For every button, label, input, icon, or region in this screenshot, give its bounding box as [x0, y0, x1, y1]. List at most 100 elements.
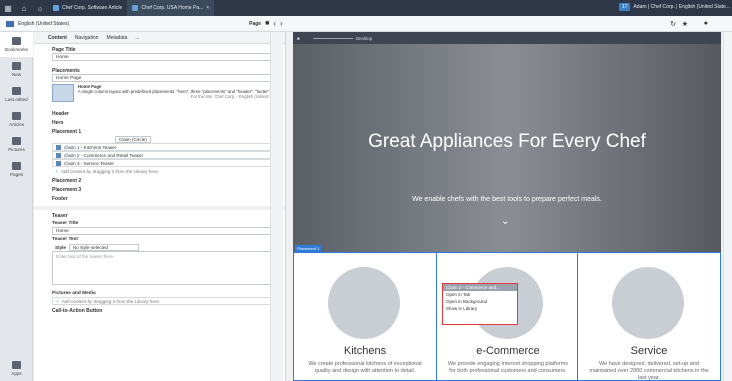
- top-bar: ▦ ⌂ ☼ Chef Corp. Software Article Chef C…: [0, 0, 732, 16]
- pictures-add-hint[interactable]: + Add content by dragging it from the Lib…: [52, 297, 283, 305]
- tab-content[interactable]: Content: [48, 35, 67, 41]
- collapse-icon[interactable]: ‹: [273, 19, 276, 28]
- sidebar-item-pictures[interactable]: Pictures: [0, 132, 33, 157]
- cta-section[interactable]: Call-to-Action Button: [34, 305, 285, 314]
- layout-thumbnail: [52, 84, 74, 102]
- teaser-title-label: Teaser Title: [52, 221, 79, 226]
- placement1-section[interactable]: Placement 1: [34, 126, 285, 135]
- context-menu: Claim 2 - Commerce and... Open in Tab Op…: [442, 283, 518, 325]
- new-icon: [12, 62, 21, 70]
- add-content-hint[interactable]: + Add content by dragging it from the Lib…: [52, 167, 283, 175]
- sun-icon[interactable]: ☼: [32, 0, 48, 16]
- comment-icon[interactable]: ■: [265, 20, 269, 27]
- teaser-title-field[interactable]: Home: [52, 227, 283, 235]
- layout-description: Home Page A single column layout with pr…: [52, 84, 283, 108]
- tab-navigation[interactable]: Navigation: [75, 35, 99, 41]
- teaser-header[interactable]: Teaser: [34, 210, 285, 219]
- preview-toggle-icon[interactable]: ■: [297, 36, 300, 41]
- pictures-icon: [12, 137, 21, 145]
- site-label[interactable]: English (United States): [18, 21, 69, 27]
- user-label: Adam | Chef Corp. | English (United Stat…: [633, 4, 730, 10]
- content-toolbar: English (United States) Page ■ ‹ › ↻ ★ ●: [0, 16, 732, 32]
- card-title: Kitchens: [343, 345, 387, 357]
- sidebar-item-pages[interactable]: Pages: [0, 157, 33, 182]
- right-scrollbar[interactable]: [723, 32, 732, 381]
- info-icon[interactable]: ●: [704, 20, 708, 27]
- sidebar-item-bookmarks[interactable]: Bookmarks: [0, 32, 33, 57]
- close-tab-icon[interactable]: ×: [206, 5, 209, 11]
- style-select[interactable]: No style selected: [68, 243, 139, 251]
- claim-select[interactable]: Claim (Circle): [115, 135, 151, 143]
- card-text: We have designed, delivered, set-up and …: [589, 361, 709, 381]
- placements-header[interactable]: Placements: [34, 65, 285, 74]
- form-tabs: Content Navigation Metadata ...: [34, 32, 285, 44]
- expand-icon[interactable]: ›: [280, 19, 283, 28]
- page-title-field[interactable]: Home: [52, 53, 283, 61]
- context-menu-title: Claim 2 - Commerce and...: [443, 284, 517, 291]
- card-text: We create professional kitchens of excep…: [308, 361, 422, 374]
- layout-desc-meta: For the site, Chef Corp. - English (Unit…: [190, 94, 283, 99]
- claim-row-2[interactable]: Claim 2 - Commerce and Retail Teaser: [52, 151, 283, 159]
- pages-icon: [12, 162, 21, 170]
- placement1-toolbar: Claim (Circle): [52, 135, 283, 143]
- placement2-section[interactable]: Placement 2: [34, 175, 285, 184]
- style-row: Style No style selected: [52, 243, 283, 251]
- user-chip[interactable]: 17 Adam | Chef Corp. | English (United S…: [618, 3, 730, 11]
- pictures-label: Pictures and Media: [52, 291, 96, 296]
- page-title-header[interactable]: Page Title: [34, 44, 285, 53]
- bookmark-star-icon[interactable]: ★: [682, 20, 688, 28]
- tab-article[interactable]: Chef Corp. Software Article: [48, 0, 127, 16]
- page-icon: [132, 5, 139, 11]
- preview-pane: ■ Desktop Great Appliances For Every Che…: [293, 32, 721, 381]
- notification-count[interactable]: 17: [618, 3, 631, 11]
- sidebar-item-articles[interactable]: Articles: [0, 107, 33, 132]
- teaser-text-label: Teaser Text: [52, 237, 78, 242]
- teaser-text-area[interactable]: Enter text of the teaser here.: [52, 251, 283, 285]
- refresh-icon[interactable]: ↻: [670, 20, 676, 28]
- hero-subtitle: We enable chefs with the best tools to p…: [412, 196, 602, 203]
- placement-1: Placement 1 Kitchens We create professio…: [293, 245, 721, 381]
- menu-item-open-background[interactable]: Open in Background: [443, 298, 517, 305]
- card-image: [612, 267, 684, 339]
- card-service[interactable]: Service We have designed, delivered, set…: [578, 253, 720, 381]
- sidebar-item-last-edited[interactable]: Last edited: [0, 82, 33, 107]
- app-grid-icon[interactable]: ▦: [0, 0, 16, 16]
- sidebar-item-apps[interactable]: Apps: [0, 356, 33, 381]
- device-label: Desktop: [355, 35, 373, 41]
- sidebar-item-new[interactable]: New: [0, 57, 33, 82]
- teaser-text-placeholder: Enter text of the teaser here.: [56, 254, 115, 259]
- tab-more[interactable]: ...: [135, 35, 139, 41]
- card-title: e-Commerce: [476, 345, 540, 357]
- claim-item-icon: [56, 152, 61, 158]
- layout-select[interactable]: Home Page: [52, 74, 283, 82]
- hero-banner[interactable]: Great Appliances For Every Chef We enabl…: [293, 44, 721, 252]
- add-icon: +: [55, 168, 58, 174]
- menu-item-open-tab[interactable]: Open in Tab: [443, 291, 517, 298]
- menu-item-show-library[interactable]: Show in Library: [443, 305, 517, 312]
- footer-section[interactable]: Footer: [34, 193, 285, 202]
- apps-icon: [12, 361, 21, 369]
- claim-item-icon: [56, 160, 61, 166]
- card-kitchens[interactable]: Kitchens We create professional kitchens…: [294, 253, 436, 381]
- left-sidebar: Bookmarks New Last edited Articles Pictu…: [0, 32, 33, 381]
- article-icon: [53, 5, 59, 11]
- card-title: Service: [630, 345, 668, 357]
- site-flag-icon: [6, 20, 14, 27]
- editor-scroll-gutter[interactable]: [270, 32, 283, 381]
- page-label: Page: [249, 20, 262, 27]
- header-section[interactable]: Header: [34, 108, 285, 117]
- placement-label: Placement 1: [295, 245, 322, 252]
- claim-item-icon: [56, 144, 61, 150]
- hero-title: Great Appliances For Every Chef: [368, 131, 646, 152]
- claim-row-3[interactable]: Claim 3 - Service Teaser: [52, 159, 283, 167]
- preview-toolbar: ■ Desktop: [293, 32, 721, 44]
- tab-metadata[interactable]: Metadata: [107, 35, 128, 41]
- device-slider[interactable]: [312, 37, 353, 39]
- articles-icon: [12, 112, 21, 120]
- scroll-down-icon[interactable]: ⌄: [501, 216, 509, 227]
- claim-row-1[interactable]: Claim 1 - Kitchens Teaser: [52, 143, 283, 151]
- tab-home-page[interactable]: Chef Corp. USA Home Pa... ×: [127, 0, 215, 16]
- home-icon[interactable]: ⌂: [16, 0, 32, 16]
- placement3-section[interactable]: Placement 3: [34, 184, 285, 193]
- hero-section[interactable]: Hero: [34, 117, 285, 126]
